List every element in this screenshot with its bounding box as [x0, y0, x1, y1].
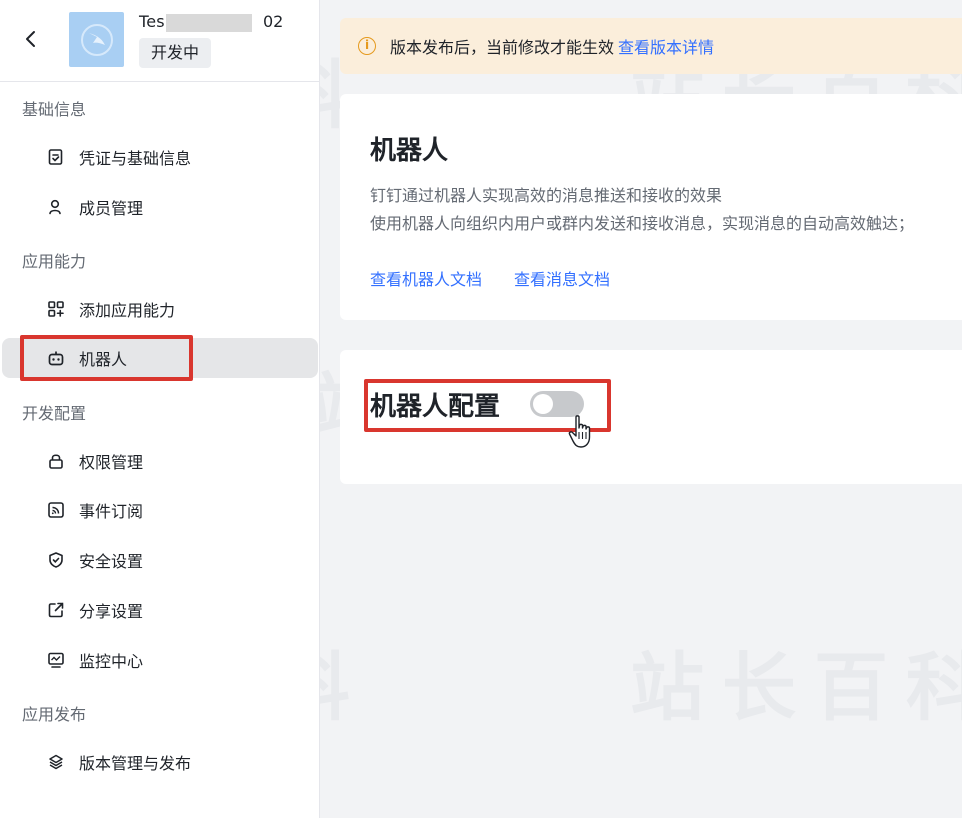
sidebar-item-members[interactable]: 成员管理: [0, 187, 320, 227]
sidebar-item-label: 成员管理: [79, 199, 144, 218]
robot-description-line1: 钉钉通过机器人实现高效的消息推送和接收的效果: [370, 186, 723, 205]
sidebar-item-security[interactable]: 安全设置: [0, 540, 320, 580]
sidebar-item-events[interactable]: 事件订阅: [0, 490, 320, 530]
info-icon: i: [358, 37, 376, 55]
nav-group-title-publish: 应用发布: [22, 705, 87, 724]
notice-text: 版本发布后，当前修改才能生效: [390, 38, 615, 57]
nav-group-title-capabilities: 应用能力: [22, 252, 87, 271]
robot-config-toggle[interactable]: [530, 391, 584, 417]
app-name-suffix: 02: [263, 12, 284, 31]
robot-intro-card: 机器人 钉钉通过机器人实现高效的消息推送和接收的效果 使用机器人向组织内用户或群…: [340, 94, 962, 320]
toggle-knob: [533, 394, 553, 414]
rss-icon: [47, 501, 65, 519]
status-badge: 开发中: [139, 38, 212, 68]
sidebar-item-label: 机器人: [79, 350, 128, 369]
view-version-details-link[interactable]: 查看版本详情: [618, 34, 714, 58]
sidebar-item-label: 事件订阅: [79, 502, 144, 521]
message-docs-link[interactable]: 查看消息文档: [514, 266, 610, 290]
sidebar-item-label: 版本管理与发布: [79, 754, 192, 773]
sidebar-item-add-capability[interactable]: 添加应用能力: [0, 289, 320, 329]
apps-add-icon: [47, 300, 65, 318]
nav-group-title-dev-config: 开发配置: [22, 404, 87, 423]
sidebar-item-versions[interactable]: 版本管理与发布: [0, 742, 320, 782]
app-logo: [69, 12, 124, 67]
page-title: 机器人: [370, 136, 449, 166]
app-logo-icon: [80, 23, 113, 56]
back-button[interactable]: [18, 26, 44, 52]
lock-icon: [47, 452, 65, 470]
robot-icon: [47, 349, 65, 367]
layers-icon: [47, 753, 65, 771]
robot-config-title: 机器人配置: [370, 392, 501, 422]
sidebar-item-label: 监控中心: [79, 652, 144, 671]
share-icon: [47, 601, 65, 619]
robot-description-line2: 使用机器人向组织内用户或群内发送和接收消息，实现消息的自动高效触达；: [370, 214, 915, 233]
monitor-icon: [47, 651, 65, 669]
shield-icon: [47, 551, 65, 569]
robot-config-card: 机器人配置: [340, 350, 962, 484]
sidebar-item-permissions[interactable]: 权限管理: [0, 441, 320, 481]
app-header: Tes 02 开发中: [0, 0, 320, 82]
robot-docs-link[interactable]: 查看机器人文档: [370, 266, 482, 290]
nav-group-title-basic: 基础信息: [22, 100, 87, 119]
sidebar-item-label: 凭证与基础信息: [79, 149, 192, 168]
sidebar-item-label: 添加应用能力: [79, 301, 176, 320]
credential-icon: [47, 148, 65, 166]
watermark: 站长百科: [630, 645, 962, 731]
sidebar-item-monitor[interactable]: 监控中心: [0, 640, 320, 680]
sidebar-item-label: 分享设置: [79, 602, 144, 621]
chevron-left-icon: [26, 31, 35, 47]
sidebar-item-label: 安全设置: [79, 552, 144, 571]
redacted-mask: [166, 14, 252, 32]
sidebar-item-credentials[interactable]: 凭证与基础信息: [0, 137, 320, 177]
notice-banner: i 版本发布后，当前修改才能生效 查看版本详情: [340, 18, 962, 74]
sidebar: Tes 02 开发中 基础信息 凭证与基础信息 成员管理 应用能力 添加应用能力…: [0, 0, 320, 818]
user-icon: [47, 198, 65, 216]
sidebar-item-share[interactable]: 分享设置: [0, 590, 320, 630]
sidebar-item-robot[interactable]: 机器人: [2, 338, 318, 378]
app-name: Tes: [139, 12, 165, 31]
sidebar-item-label: 权限管理: [79, 453, 144, 472]
